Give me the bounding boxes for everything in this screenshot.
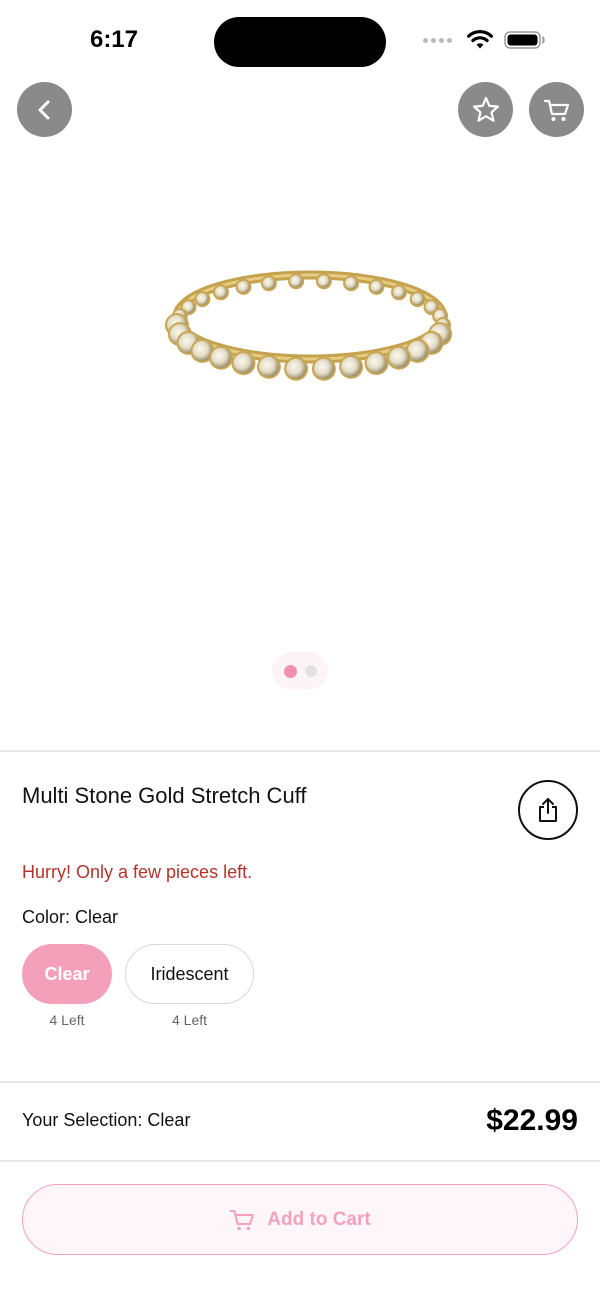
product-title: Multi Stone Gold Stretch Cuff [22, 783, 307, 808]
selection-summary: Your Selection: Clear [22, 1110, 191, 1130]
divider [0, 1081, 600, 1083]
divider [0, 1160, 600, 1162]
cart-button[interactable] [529, 82, 584, 137]
favorite-button[interactable] [458, 82, 513, 137]
cart-icon [229, 1209, 255, 1230]
stock-count-iridescent: 4 Left [171, 1012, 208, 1028]
divider [0, 750, 600, 752]
page-dot[interactable] [304, 665, 317, 677]
battery-icon [504, 31, 545, 49]
status-time: 6:17 [89, 26, 139, 53]
share-icon [539, 798, 557, 822]
gallery-page-indicator[interactable] [272, 652, 328, 690]
product-price: $22.99 [486, 1104, 578, 1137]
page-dot-active[interactable] [283, 664, 297, 678]
color-option-iridescent[interactable]: Iridescent [125, 944, 254, 1004]
add-to-cart-button[interactable]: Add to Cart [22, 1184, 578, 1255]
product-detail-screen: 6:17 Multi Stone Gold Stretch Cuff Hurry… [0, 0, 600, 1299]
stock-count-clear: 4 Left [49, 1012, 85, 1028]
color-label: Color: Clear [22, 907, 119, 927]
wifi-icon [467, 30, 493, 49]
dynamic-island [214, 17, 386, 67]
chevron-left-icon [38, 100, 49, 119]
status-icons [423, 30, 546, 50]
back-button[interactable] [17, 82, 72, 137]
urgency-message: Hurry! Only a few pieces left. [22, 862, 253, 882]
share-button[interactable] [518, 780, 578, 840]
cellular-signal-icon [423, 37, 452, 43]
add-to-cart-label: Add to Cart [267, 1208, 371, 1230]
cart-icon [543, 99, 569, 121]
star-icon [472, 96, 499, 122]
color-option-clear[interactable]: Clear [22, 944, 112, 1004]
